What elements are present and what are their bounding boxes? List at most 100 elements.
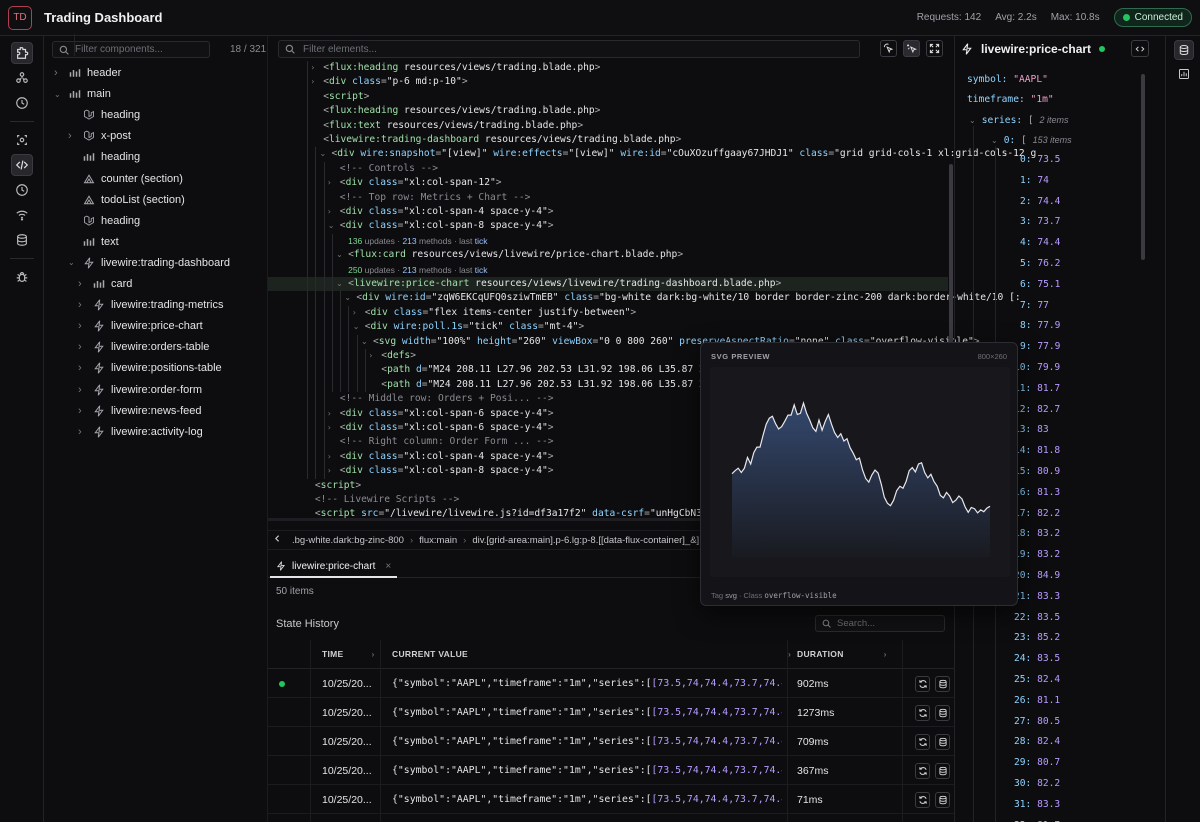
series-value-entry[interactable]: 5: 76.2: [1020, 255, 1060, 273]
chevron-right-icon[interactable]: ›: [78, 278, 86, 290]
highlight-element-button[interactable]: [903, 40, 920, 57]
chevron-right-icon[interactable]: ›: [78, 426, 86, 438]
tree-node[interactable]: › livewire:activity-log: [78, 422, 203, 442]
close-tab-icon[interactable]: ×: [385, 561, 391, 572]
chevron-down-icon[interactable]: ⌄: [54, 90, 62, 99]
tree-node[interactable]: › livewire:orders-table: [78, 337, 209, 357]
series-value-entry[interactable]: 24: 83.5: [1014, 650, 1060, 668]
tree-node[interactable]: counter (section): [68, 169, 183, 189]
chevron-right-icon[interactable]: ›: [78, 320, 86, 332]
chevron-right-icon[interactable]: ›: [68, 130, 76, 142]
chevron-down-icon[interactable]: ⌄: [328, 219, 340, 233]
series-value-entry[interactable]: 32: 81.7: [1014, 817, 1060, 822]
series-value-entry[interactable]: 16: 81.3: [1014, 484, 1060, 502]
chevron-right-icon[interactable]: ›: [78, 384, 86, 396]
tree-node[interactable]: heading: [68, 147, 140, 167]
chevron-down-icon[interactable]: ⌄: [68, 258, 76, 267]
state-entry[interactable]: ⌄ 0: [ 153 items: [991, 131, 1072, 149]
chevron-right-icon[interactable]: ›: [328, 176, 340, 190]
chevron-down-icon[interactable]: ⌄: [969, 116, 976, 125]
code-line[interactable]: <livewire:trading-dashboard resources/vi…: [268, 133, 681, 147]
series-value-entry[interactable]: 8: 77.9: [1020, 317, 1060, 335]
state-storage-button[interactable]: [1174, 40, 1194, 60]
series-value-entry[interactable]: 21: 83.3: [1014, 588, 1060, 606]
series-value-entry[interactable]: 9: 77.9: [1020, 338, 1060, 356]
pick-element-button[interactable]: [880, 40, 897, 57]
series-value-entry[interactable]: 20: 84.9: [1014, 567, 1060, 585]
breadcrumb-back-button[interactable]: [268, 534, 286, 546]
series-value-entry[interactable]: 31: 83.3: [1014, 796, 1060, 814]
code-line[interactable]: <path d="M24 208.11 L27.96 202.53 L31.92…: [268, 378, 733, 392]
rail-storage-button[interactable]: [11, 229, 33, 251]
breadcrumb-item[interactable]: div.[grid-area:main].p-6.lg:p-8.[[data-f…: [472, 535, 720, 546]
restore-state-button[interactable]: [915, 762, 930, 779]
code-line[interactable]: ⌄ <livewire:price-chart resources/views/l…: [268, 277, 948, 291]
tree-node[interactable]: › livewire:order-form: [78, 380, 202, 400]
column-header-duration[interactable]: DURATION ›: [797, 640, 887, 668]
rail-timeline-button[interactable]: [11, 179, 33, 201]
code-line[interactable]: › <div class="xl:col-span-6 space-y-4">: [268, 421, 554, 435]
code-line[interactable]: › <div class="xl:col-span-8 space-y-4">: [268, 464, 554, 478]
state-scrollbar[interactable]: [1141, 74, 1145, 260]
series-value-entry[interactable]: 18: 83.2: [1014, 525, 1060, 543]
rail-components-button[interactable]: [10, 42, 33, 64]
code-line[interactable]: <flux:text resources/views/trading.blade…: [268, 119, 583, 133]
tree-node[interactable]: › livewire:trading-metrics: [78, 295, 223, 315]
tree-node[interactable]: › header: [54, 63, 121, 83]
chevron-down-icon[interactable]: ⌄: [320, 147, 332, 161]
chevron-right-icon[interactable]: ›: [353, 306, 365, 320]
series-value-entry[interactable]: 13: 83: [1014, 421, 1049, 439]
restore-state-button[interactable]: [915, 704, 930, 721]
chevron-right-icon[interactable]: ›: [311, 75, 323, 89]
series-value-entry[interactable]: 12: 82.7: [1014, 401, 1060, 419]
tree-node[interactable]: › livewire:news-feed: [78, 401, 201, 421]
state-entry[interactable]: ⌄ series: [ 2 items: [969, 111, 1069, 129]
chevron-right-icon[interactable]: ›: [369, 349, 381, 363]
history-search-input[interactable]: [837, 618, 937, 629]
state-chart-button[interactable]: [1174, 64, 1194, 84]
series-value-entry[interactable]: 23: 85.2: [1014, 629, 1060, 647]
chevron-right-icon[interactable]: ›: [78, 341, 86, 353]
chevron-right-icon[interactable]: ›: [328, 421, 340, 435]
code-line[interactable]: <!-- Controls -->: [268, 162, 438, 176]
code-line[interactable]: › <div class="xl:col-span-6 space-y-4">: [268, 407, 554, 421]
view-source-button[interactable]: [1131, 40, 1149, 57]
element-filter-input[interactable]: [303, 43, 843, 55]
breadcrumb-item[interactable]: .bg-white.dark:bg-zinc-800: [292, 535, 404, 546]
series-value-entry[interactable]: 14: 81.8: [1014, 442, 1060, 460]
code-line[interactable]: › <flux:heading resources/views/trading.b…: [268, 61, 600, 75]
element-filter[interactable]: [278, 40, 860, 58]
inspect-state-button[interactable]: [935, 733, 950, 750]
series-value-entry[interactable]: 7: 77: [1020, 297, 1049, 315]
series-value-entry[interactable]: 1: 74: [1020, 172, 1049, 190]
tree-node[interactable]: ⌄ livewire:trading-dashboard: [68, 253, 230, 273]
chevron-right-icon[interactable]: ›: [78, 405, 86, 417]
code-line[interactable]: › <div class="p-6 md:p-10">: [268, 75, 467, 89]
component-filter-input[interactable]: [75, 44, 205, 55]
component-filter[interactable]: [52, 41, 210, 58]
rail-history-button[interactable]: [11, 92, 33, 114]
code-line[interactable]: › <div class="xl:col-span-12">: [268, 176, 502, 190]
tree-node[interactable]: text: [68, 232, 119, 252]
series-value-entry[interactable]: 26: 81.1: [1014, 692, 1060, 710]
tree-node[interactable]: › livewire:positions-table: [78, 358, 222, 378]
column-header-current-value[interactable]: CURRENT VALUE ›: [392, 640, 791, 668]
tree-node[interactable]: todoList (section): [68, 190, 185, 210]
series-value-entry[interactable]: 28: 82.4: [1014, 733, 1060, 751]
inspect-state-button[interactable]: [935, 675, 950, 692]
chevron-right-icon[interactable]: ›: [54, 67, 62, 79]
table-row[interactable]: 10/25/20... {"symbol":"AAPL","timeframe":…: [268, 756, 954, 785]
chevron-down-icon[interactable]: ⌄: [344, 291, 356, 305]
chevron-right-icon[interactable]: ›: [328, 407, 340, 421]
code-line[interactable]: <!-- Right column: Order Form ... -->: [268, 435, 554, 449]
connection-status-badge[interactable]: Connected: [1113, 8, 1192, 27]
restore-state-button[interactable]: [915, 791, 930, 808]
state-entry[interactable]: symbol: "AAPL": [967, 71, 1048, 89]
column-header-time[interactable]: TIME ›: [322, 640, 375, 668]
table-row[interactable]: 10/25/20... {"symbol":"AAPL","timeframe":…: [268, 727, 954, 756]
rail-network-button[interactable]: [11, 67, 33, 89]
series-value-entry[interactable]: 15: 80.9: [1014, 463, 1060, 481]
table-row[interactable]: 10/25/20... {"symbol":"AAPL","timeframe":…: [268, 669, 954, 698]
chevron-right-icon[interactable]: ›: [328, 464, 340, 478]
series-value-entry[interactable]: 3: 73.7: [1020, 213, 1060, 231]
